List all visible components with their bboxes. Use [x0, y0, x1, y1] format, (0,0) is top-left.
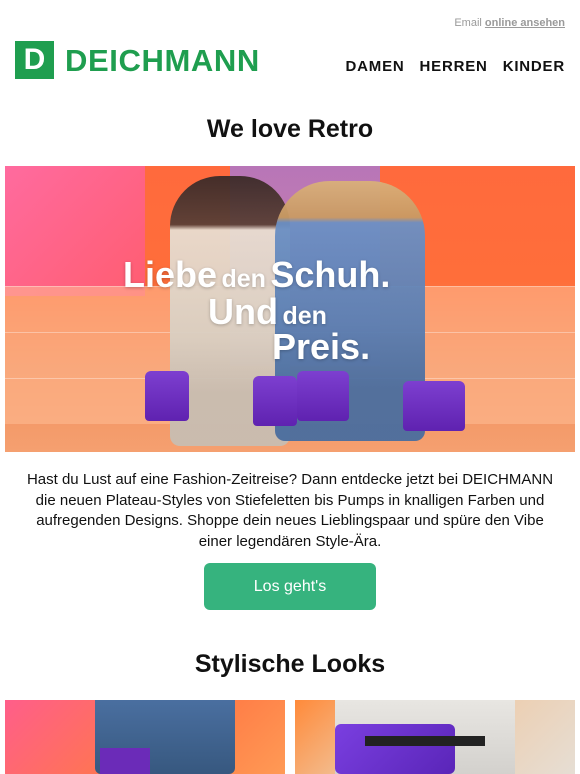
hero-boot-1 — [145, 371, 189, 421]
look-image-2[interactable] — [295, 700, 575, 774]
hero-word-den: den — [221, 265, 266, 293]
logo-wordmark: DEICHMANN — [65, 42, 260, 78]
logo-mark: D — [15, 41, 54, 79]
hero-word-liebe: Liebe — [123, 254, 218, 295]
hero-headline-line2: Und den — [208, 294, 327, 330]
look2-bag — [335, 724, 455, 774]
hero-shoe-4 — [403, 381, 465, 431]
nav-herren[interactable]: HERREN — [420, 58, 488, 75]
hero-word-und: Und — [208, 291, 278, 332]
look-image-1[interactable] — [5, 700, 285, 774]
nav-kinder[interactable]: KINDER — [503, 58, 565, 75]
hero-word-preis: Preis. — [272, 326, 371, 367]
hero-banner[interactable]: Liebe den Schuh. Und den Preis. — [5, 166, 575, 452]
deichmann-logo[interactable]: D DEICHMANN — [15, 41, 260, 79]
view-online-line: Email online ansehen — [454, 17, 565, 29]
email-label: Email — [454, 17, 482, 29]
page-title: We love Retro — [206, 115, 374, 143]
hero-headline-line3: Preis. — [272, 329, 370, 365]
hero-shoe-3 — [297, 371, 349, 421]
intro-paragraph: Hast du Lust auf eine Fashion-Zeitreise?… — [26, 471, 554, 550]
logo-letter: D — [23, 43, 46, 76]
nav-damen[interactable]: DAMEN — [346, 58, 405, 75]
section-title-looks: Stylische Looks — [194, 650, 386, 678]
look2-strap — [365, 736, 485, 746]
hero-word-schuh: Schuh. — [270, 254, 391, 295]
view-online-link[interactable]: online ansehen — [485, 17, 565, 29]
hero-boot-2 — [253, 376, 297, 426]
look1-boot — [100, 748, 150, 774]
hero-headline-line1: Liebe den Schuh. — [123, 257, 390, 293]
main-nav: DAMEN HERREN KINDER — [346, 58, 565, 75]
cta-button[interactable]: Los geht's — [204, 563, 376, 610]
